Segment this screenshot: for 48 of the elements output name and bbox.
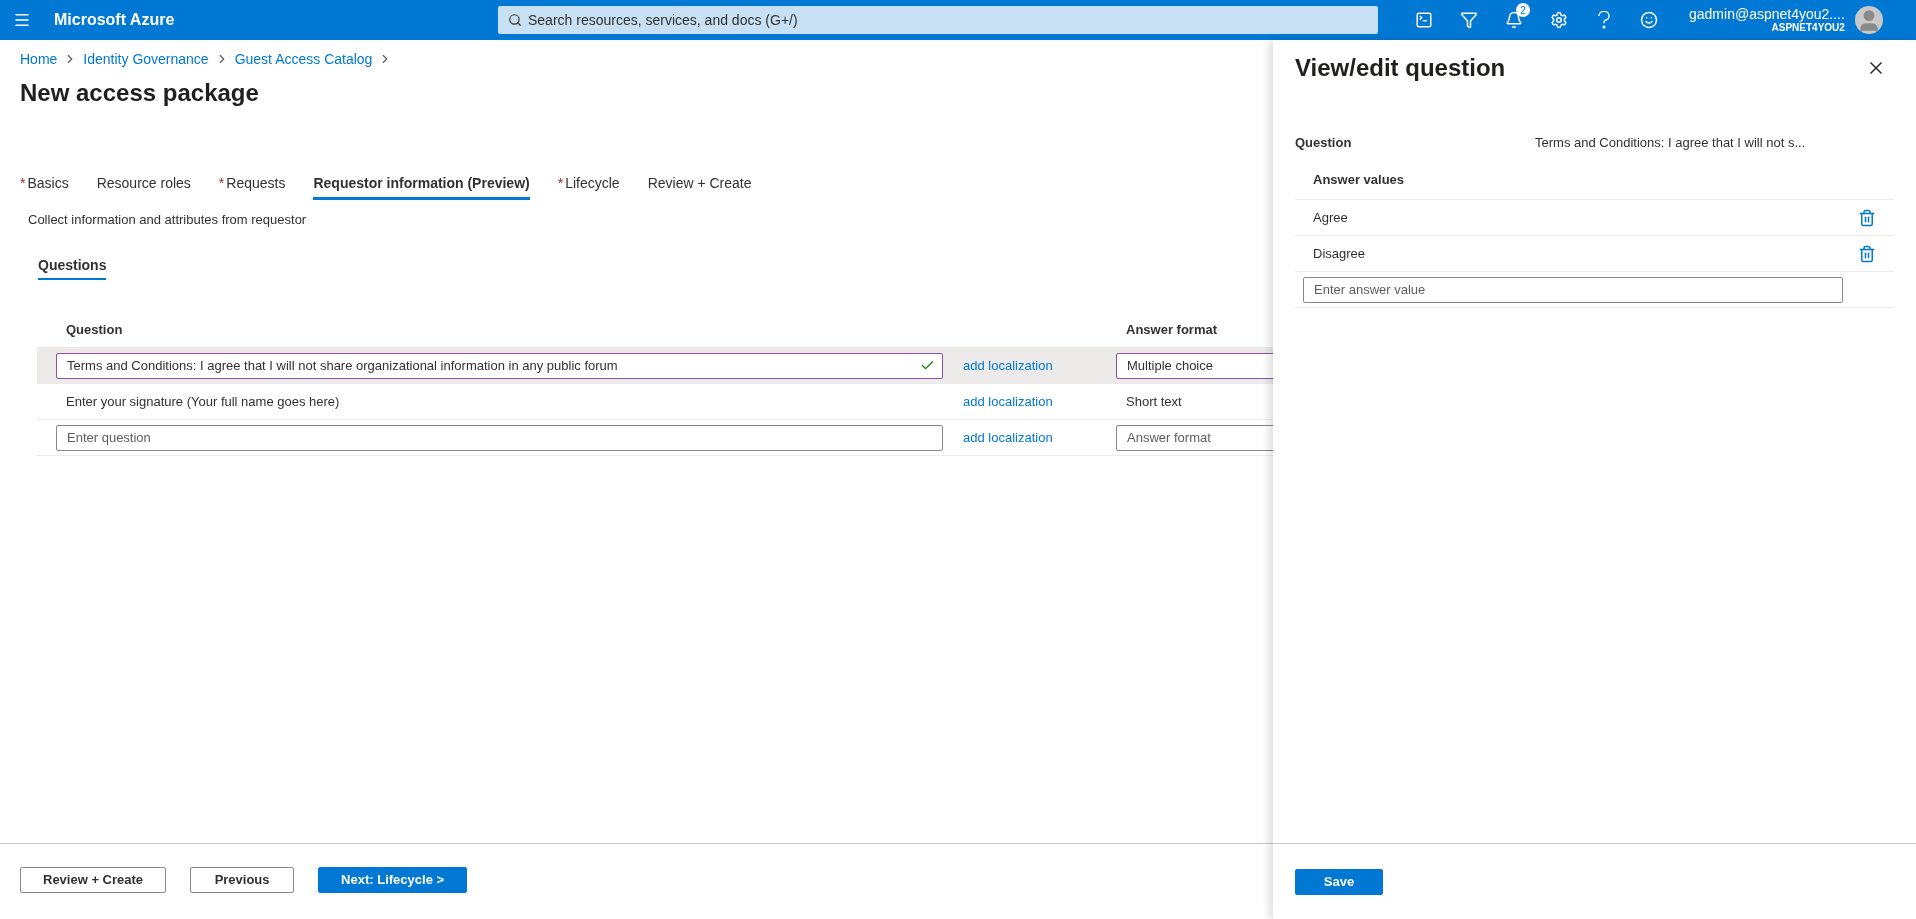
secondary-button[interactable]: Previous bbox=[190, 866, 295, 893]
tenant-name: ASPNET4YOU2 bbox=[1771, 22, 1845, 34]
menu-icon[interactable] bbox=[13, 11, 31, 29]
next-button[interactable]: Next: Lifecycle > bbox=[318, 866, 468, 893]
help-icon[interactable] bbox=[1597, 11, 1611, 29]
answer-value: Disagree bbox=[1313, 246, 1366, 261]
breadcrumb-link[interactable]: Guest Access Catalog bbox=[234, 51, 373, 67]
terminal-icon[interactable] bbox=[1415, 11, 1433, 29]
tab[interactable]: Review + Create bbox=[647, 175, 752, 200]
table-row[interactable]: Enter question add localization Answer format bbox=[37, 420, 1437, 456]
search-icon bbox=[508, 13, 522, 27]
breadcrumb-link[interactable]: Identity Governance bbox=[83, 51, 209, 67]
filter-icon[interactable] bbox=[1460, 11, 1478, 29]
description-text: Collect information and attributes from requestor bbox=[28, 212, 307, 227]
delete-icon[interactable] bbox=[1858, 208, 1876, 227]
notification-badge: 2 bbox=[1516, 3, 1530, 17]
tab[interactable]: *Basics bbox=[20, 175, 69, 200]
add-localization-link[interactable]: add localization bbox=[953, 394, 1116, 409]
tab[interactable]: Questions bbox=[38, 257, 107, 280]
field-label: Question bbox=[1295, 134, 1353, 150]
avatar-icon[interactable] bbox=[1854, 6, 1883, 34]
save-button[interactable]: Save bbox=[1295, 868, 1383, 895]
panel-title: View/edit question bbox=[1295, 54, 1506, 82]
question-field[interactable]: Enter question bbox=[56, 424, 943, 451]
tab[interactable]: *Lifecycle bbox=[557, 175, 620, 200]
page-title: New access package bbox=[20, 79, 260, 107]
question-field[interactable]: Terms and Conditions: I agree that I will not share organizational information in any public forum bbox=[56, 352, 943, 379]
add-localization-link[interactable]: add localization bbox=[953, 358, 1116, 373]
search-field[interactable]: Search resources, services, and docs (G+/) bbox=[498, 6, 1378, 34]
column-header: Question bbox=[65, 322, 124, 337]
question-value: Terms and Conditions: I agree that I will not s... bbox=[1535, 134, 1807, 150]
answer-value-field[interactable]: Enter answer value bbox=[1303, 276, 1843, 303]
column-header: Answer format bbox=[1125, 322, 1219, 337]
tab[interactable]: Resource roles bbox=[96, 175, 191, 200]
answer-value: Agree bbox=[1313, 210, 1348, 225]
user-name[interactable]: gadmin@aspnet4you2.... bbox=[1689, 6, 1845, 23]
answer-values-header: Answer values bbox=[1313, 172, 1405, 187]
tab[interactable]: Requestor information (Preview) bbox=[313, 175, 530, 200]
breadcrumb-link[interactable]: Home bbox=[20, 51, 58, 67]
delete-icon[interactable] bbox=[1858, 244, 1876, 263]
tab[interactable]: *Requests bbox=[218, 175, 286, 200]
table-cell-text: Enter your signature (Your full name goes here) bbox=[65, 394, 341, 409]
secondary-button[interactable]: Review + Create bbox=[20, 866, 167, 893]
add-localization-link[interactable]: add localization bbox=[953, 430, 1116, 445]
table-cell-text: Short text bbox=[1125, 394, 1183, 409]
settings-icon[interactable] bbox=[1550, 11, 1568, 29]
smiley-icon[interactable] bbox=[1640, 11, 1658, 29]
brand-name: Microsoft Azure bbox=[54, 11, 176, 29]
